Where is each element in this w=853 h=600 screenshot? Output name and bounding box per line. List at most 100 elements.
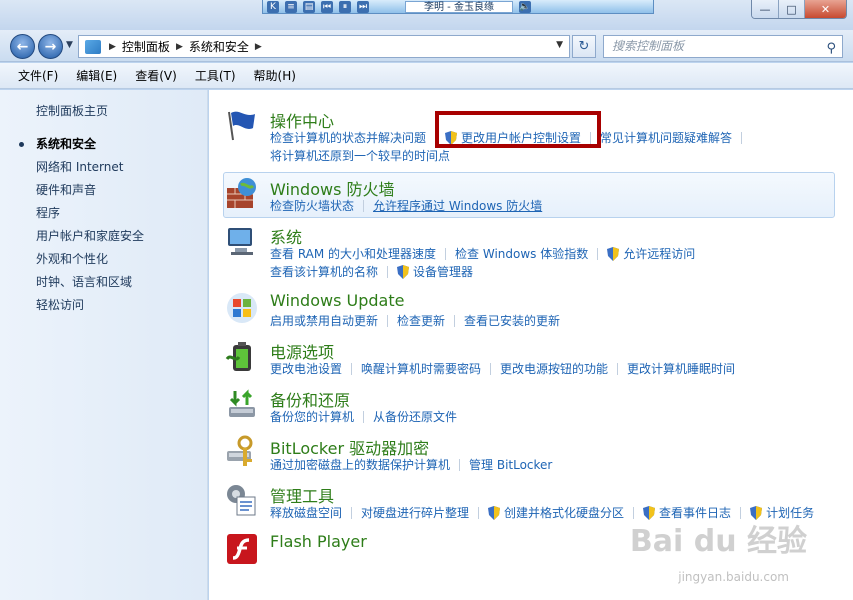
menu-file[interactable]: 文件(F): [10, 67, 66, 84]
category-links: 备份您的计算机 从备份还原文件: [270, 408, 457, 425]
search-input[interactable]: 搜索控制面板 ⚲: [603, 35, 843, 58]
search-icon[interactable]: ⚲: [826, 38, 836, 59]
category-links: 将计算机还原到一个较早的时间点: [270, 147, 450, 164]
link-auto-update[interactable]: 启用或禁用自动更新: [270, 312, 378, 329]
sidebar-item-home[interactable]: 控制面板主页: [36, 102, 108, 119]
address-dropdown-icon[interactable]: ▼: [556, 40, 563, 50]
sidebar-item-clock-region[interactable]: 时钟、语言和区域: [36, 273, 144, 296]
breadcrumb-control-panel[interactable]: 控制面板: [122, 38, 170, 55]
link-experience-index[interactable]: 检查 Windows 体验指数: [455, 245, 588, 262]
divider: [387, 314, 389, 327]
divider: [478, 506, 480, 519]
category-title[interactable]: Windows Update: [270, 291, 404, 310]
song-title: 李明 - 金玉良缘: [405, 0, 513, 13]
breadcrumb-system-security[interactable]: 系统和安全: [189, 38, 249, 55]
link-remote-access[interactable]: 允许远程访问: [607, 245, 695, 262]
close-button[interactable]: ✕: [804, 0, 846, 18]
category-title[interactable]: Flash Player: [270, 532, 367, 551]
link-disk-cleanup[interactable]: 释放磁盘空间: [270, 504, 342, 521]
address-toolbar: ← → ▼ ▶ 控制面板 ▶ 系统和安全 ▶ ▼ ↻ 搜索控制面板 ⚲: [0, 30, 853, 62]
link-defragment[interactable]: 对硬盘进行碎片整理: [361, 504, 469, 521]
menu-help[interactable]: 帮助(H): [246, 67, 304, 84]
navigation-pane: 控制面板主页 系统和安全 网络和 Internet 硬件和声音 程序 用户帐户和…: [0, 90, 208, 600]
sidebar-item-system-security[interactable]: 系统和安全: [19, 135, 144, 158]
link-view-ram[interactable]: 查看 RAM 的大小和处理器速度: [270, 245, 436, 262]
link-device-manager[interactable]: 设备管理器: [397, 263, 473, 280]
caption-buttons: — □ ✕: [751, 0, 847, 19]
menu-tools[interactable]: 工具(T): [187, 67, 244, 84]
link-sleep-time[interactable]: 更改计算机睡眠时间: [627, 360, 735, 377]
pause-icon[interactable]: ⏸: [339, 0, 351, 13]
divider: [597, 247, 599, 260]
link-wake-password[interactable]: 唤醒计算机时需要密码: [361, 360, 481, 377]
baidu-watermark: Bai du 经验: [629, 524, 807, 559]
control-panel-icon: [85, 39, 101, 54]
link-label: 创建并格式化硬盘分区: [504, 506, 625, 520]
divider: [387, 265, 389, 278]
link-restore-files[interactable]: 从备份还原文件: [373, 408, 457, 425]
category-links: 更改电池设置 唤醒计算机时需要密码 更改电源按钮的功能 更改计算机睡眠时间: [270, 360, 735, 377]
battery-icon: [225, 342, 251, 371]
link-manage-bitlocker[interactable]: 管理 BitLocker: [469, 456, 552, 473]
divider: [351, 362, 353, 375]
link-check-updates[interactable]: 检查更新: [397, 312, 445, 329]
chevron-right-icon[interactable]: ▶: [109, 42, 116, 52]
link-restore-point[interactable]: 将计算机还原到一个较早的时间点: [270, 147, 450, 164]
bullet-icon: [19, 142, 24, 147]
chevron-right-icon[interactable]: ▶: [176, 42, 183, 52]
sidebar-item-hardware[interactable]: 硬件和声音: [36, 181, 144, 204]
link-check-status[interactable]: 检查计算机的状态并解决问题: [270, 129, 426, 146]
computer-icon: [228, 228, 253, 255]
list-icon[interactable]: ▤: [303, 0, 315, 13]
link-allow-program[interactable]: 允许程序通过 Windows 防火墙: [373, 197, 542, 214]
media-player-bar: K ≡ ▤ ⏮ ⏸ ⏭ 李明 - 金玉良缘 🔈: [262, 0, 654, 14]
link-label: 设备管理器: [413, 265, 474, 279]
chevron-right-icon[interactable]: ▶: [255, 42, 262, 52]
sidebar-list: 系统和安全 网络和 Internet 硬件和声音 程序 用户帐户和家庭安全 外观…: [19, 135, 144, 319]
sidebar-item-label: 系统和安全: [36, 137, 97, 151]
category-links: 启用或禁用自动更新 检查更新 查看已安装的更新: [270, 312, 560, 329]
content-pane: 操作中心 检查计算机的状态并解决问题 更改用户帐户控制设置 常见计算机问题疑难解…: [209, 90, 853, 600]
menu-edit[interactable]: 编辑(E): [68, 67, 125, 84]
sidebar-item-appearance[interactable]: 外观和个性化: [36, 250, 144, 273]
back-button[interactable]: ←: [10, 34, 35, 59]
link-installed-updates[interactable]: 查看已安装的更新: [464, 312, 560, 329]
divider: [351, 506, 353, 519]
link-create-partition[interactable]: 创建并格式化硬盘分区: [488, 504, 624, 521]
link-firewall-status[interactable]: 检查防火墙状态: [270, 197, 354, 214]
link-backup-computer[interactable]: 备份您的计算机: [270, 408, 354, 425]
flash-icon: [227, 534, 257, 564]
address-bar[interactable]: ▶ 控制面板 ▶ 系统和安全 ▶ ▼: [78, 35, 570, 58]
link-encrypt-disk[interactable]: 通过加密磁盘上的数据保护计算机: [270, 456, 450, 473]
previous-icon[interactable]: ⏮: [321, 0, 333, 13]
sidebar-item-ease-of-access[interactable]: 轻松访问: [36, 296, 144, 319]
forward-button[interactable]: →: [38, 34, 63, 59]
sidebar-item-user-accounts[interactable]: 用户帐户和家庭安全: [36, 227, 144, 250]
sidebar-item-programs[interactable]: 程序: [36, 204, 144, 227]
divider: [617, 362, 619, 375]
flag-icon: [228, 111, 255, 141]
menu-bar: 文件(F) 编辑(E) 查看(V) 工具(T) 帮助(H): [0, 63, 853, 89]
divider: [459, 458, 461, 471]
playlist-icon[interactable]: ≡: [285, 0, 297, 13]
link-battery-settings[interactable]: 更改电池设置: [270, 360, 342, 377]
link-power-button[interactable]: 更改电源按钮的功能: [500, 360, 608, 377]
admin-tools-icon: [227, 485, 256, 516]
maximize-button[interactable]: □: [778, 0, 804, 18]
link-computer-name[interactable]: 查看该计算机的名称: [270, 263, 378, 280]
minimize-button[interactable]: —: [752, 0, 778, 18]
menu-view[interactable]: 查看(V): [127, 67, 185, 84]
link-troubleshoot[interactable]: 常见计算机问题疑难解答: [600, 129, 732, 146]
volume-icon[interactable]: 🔈: [518, 0, 531, 13]
history-dropdown-icon[interactable]: ▼: [66, 40, 73, 50]
firewall-icon: [227, 178, 256, 208]
next-icon[interactable]: ⏭: [357, 0, 369, 13]
search-placeholder: 搜索控制面板: [612, 39, 685, 53]
category-links: 通过加密磁盘上的数据保护计算机 管理 BitLocker: [270, 456, 552, 473]
refresh-button[interactable]: ↻: [572, 35, 596, 58]
category-links: 查看 RAM 的大小和处理器速度 检查 Windows 体验指数 允许远程访问: [270, 245, 695, 262]
category-links: 检查防火墙状态 允许程序通过 Windows 防火墙: [270, 197, 542, 214]
sidebar-item-network[interactable]: 网络和 Internet: [36, 158, 144, 181]
update-icon: [227, 293, 257, 323]
category-links: 查看该计算机的名称 设备管理器: [270, 263, 473, 280]
